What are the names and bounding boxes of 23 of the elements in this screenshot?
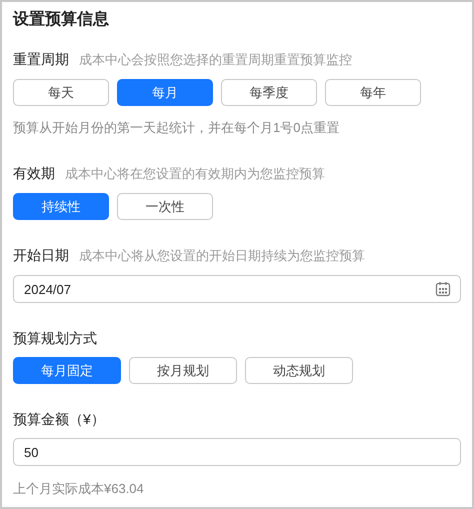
field-note: 预算从开始月份的第一天起统计，并在每个月1号0点重置	[13, 119, 340, 137]
field-hint: 成本中心将从您设置的开始日期持续为您监控预算	[79, 247, 365, 265]
field-hint: 成本中心会按照您选择的重置周期重置预算监控	[79, 51, 352, 69]
field-hint: 成本中心将在您设置的有效期内为您监控预算	[65, 165, 325, 183]
calendar-icon[interactable]	[435, 281, 451, 297]
amount-field[interactable]: 50	[13, 438, 461, 466]
field-label: 预算规划方式	[13, 329, 97, 348]
field-label: 开始日期	[13, 246, 69, 265]
option-button[interactable]: 每月固定	[13, 357, 121, 384]
field-label: 预算金额（¥）	[13, 410, 105, 429]
option-button[interactable]: 每天	[13, 79, 109, 106]
option-button[interactable]: 每年	[325, 79, 421, 106]
option-button[interactable]: 按月规划	[129, 357, 237, 384]
option-button[interactable]: 每季度	[221, 79, 317, 106]
field-label: 有效期	[13, 164, 55, 183]
option-button[interactable]: 一次性	[117, 193, 213, 220]
option-button[interactable]: 每月	[117, 79, 213, 106]
option-button[interactable]: 动态规划	[245, 357, 353, 384]
field-label: 重置周期	[13, 50, 69, 69]
panel-title: 设置预算信息	[13, 10, 110, 30]
option-button[interactable]: 持续性	[13, 193, 109, 220]
field-note: 上个月实际成本¥63.04	[13, 480, 145, 498]
date-field[interactable]: 2024/07	[13, 275, 461, 303]
